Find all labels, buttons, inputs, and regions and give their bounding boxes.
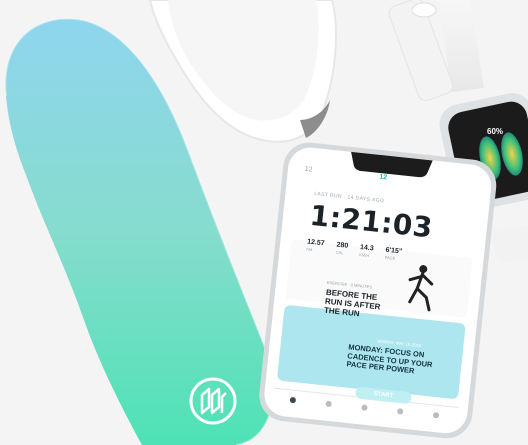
stat-speed: 14.3 KM/H — [359, 244, 374, 259]
start-button[interactable]: START — [355, 386, 412, 405]
exercise-card-title[interactable]: BEFORE THE RUN IS AFTER THE RUN — [324, 288, 396, 322]
stat-pace: 6'15" PACE — [384, 246, 403, 261]
run-stats: 12.57 KM 280 CAL 14.3 KM/H 6'15" PACE — [306, 238, 457, 267]
stat-calories: 280 CAL — [335, 241, 349, 256]
phone-screen: 12 12 LAST RUN · 14 DAYS AGO 1:21:03 12.… — [262, 156, 492, 424]
promo-title: MONDAY: FOCUS ON CADENCE TO UP YOUR PACE… — [346, 342, 433, 376]
stat-distance: 12.57 KM — [306, 238, 325, 253]
watch-percentage: 60% — [487, 127, 504, 136]
shoe — [148, 0, 337, 143]
status-badge: 12 — [378, 173, 388, 182]
product-scene: 12 12 LAST RUN · 14 DAYS AGO 1:21:03 12.… — [0, 0, 528, 445]
run-time: 1:21:03 — [308, 198, 435, 245]
status-time: 12 — [304, 165, 313, 174]
